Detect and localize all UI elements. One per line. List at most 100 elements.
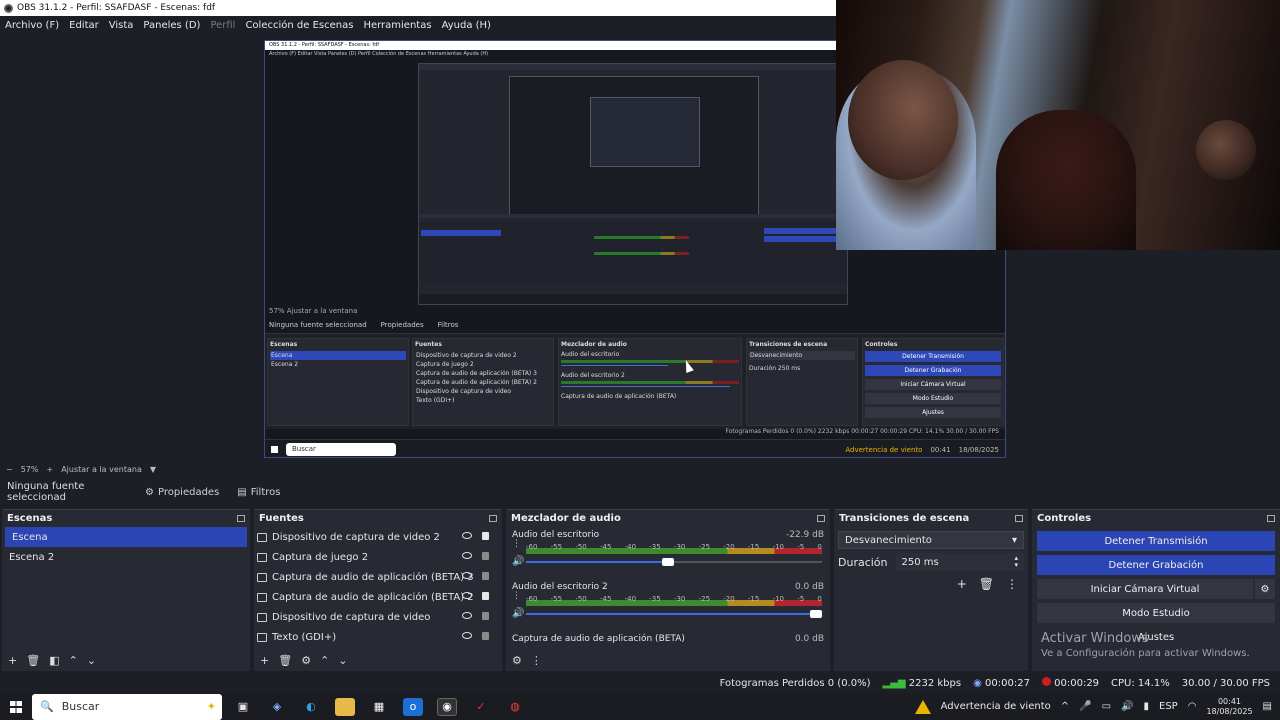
filters-button[interactable]: ▤ Filtros [237,487,280,498]
volume-icon[interactable]: 🔊 [1121,701,1133,712]
zoom-dropdown-icon[interactable]: ▼ [150,465,156,474]
notifications-icon[interactable]: ▤ [1263,701,1272,712]
volume-slider[interactable] [526,610,822,618]
weather-warning[interactable]: Advertencia de viento [941,701,1051,712]
trash-icon[interactable]: 🗑 [26,654,40,667]
stop-streaming-button[interactable]: Detener Transmisión [1037,531,1275,551]
nested-sources-title: Fuentes [415,341,442,348]
taskbar-search[interactable]: 🔍 Buscar ✦ [32,693,222,720]
transition-select[interactable]: Desvanecimiento ▾ [838,531,1024,549]
eye-icon[interactable] [462,532,472,539]
menu-paneles[interactable]: Paneles (D) [143,20,200,31]
mixer-track: Audio del escritorio 2 0.0 dB ⋮ -60 -55 -5… [506,579,830,631]
gear-icon: ⚙ [145,486,154,498]
menu-ayuda[interactable]: Ayuda (H) [442,20,491,31]
menu-archivo[interactable]: Archivo (F) [5,20,59,31]
obs-taskbar-icon[interactable]: ◉ [437,697,457,716]
webcam-head-1 [848,60,958,180]
source-item[interactable]: Captura de audio de aplicación (BETA) 2 [254,587,502,607]
clock[interactable]: 00:41 18/08/2025 [1206,697,1252,717]
app-icon[interactable]: ✓ [471,698,491,716]
advanced-audio-icon[interactable]: ⚙ [512,654,522,667]
eye-icon[interactable] [462,572,472,579]
scene-item-escena-2[interactable]: Escena 2 [2,547,250,567]
lock-icon[interactable] [482,592,489,600]
zoom-in-button[interactable]: + [46,465,53,474]
transition-menu-icon[interactable]: ⋮ [1006,577,1018,591]
gear-icon[interactable]: ⚙ [301,654,311,667]
undock-icon[interactable] [817,515,825,522]
store-icon[interactable]: ▦ [369,698,389,716]
windows-start-icon[interactable] [10,700,22,713]
volume-knob[interactable] [810,610,822,618]
tick: -40 [624,543,637,551]
language-indicator[interactable]: ESP [1159,701,1178,712]
trash-icon[interactable]: 🗑 [979,577,994,591]
volume-knob[interactable] [662,558,674,566]
menu-editar[interactable]: Editar [69,20,99,31]
menu-perfil[interactable]: Perfil [210,20,235,31]
copilot-icon[interactable]: ◈ [267,698,287,716]
camera-icon[interactable]: ▭ [1102,701,1111,712]
task-view-icon[interactable]: ▣ [233,698,253,716]
undock-icon[interactable] [489,515,497,522]
source-label: Dispositivo de captura de video [272,611,431,623]
add-source-icon[interactable]: + [260,654,269,667]
undock-icon[interactable] [1015,515,1023,522]
outlook-icon[interactable]: o [403,697,423,716]
menu-coleccion-escenas[interactable]: Colección de Escenas [245,20,353,31]
fit-window-label[interactable]: Ajustar a la ventana [61,465,142,474]
speaker-icon[interactable]: 🔊 [512,608,524,619]
eye-icon[interactable] [462,552,472,559]
move-down-icon[interactable]: ⌄ [87,654,96,667]
edge-icon[interactable]: ◐ [301,698,321,716]
wifi-icon[interactable]: ◠ [1188,701,1197,712]
track-menu-icon[interactable]: ⋮ [512,539,521,549]
move-down-icon[interactable]: ⌄ [338,654,347,667]
source-item[interactable]: Dispositivo de captura de video 2 [254,527,502,547]
undock-icon[interactable] [1267,515,1275,522]
lock-icon[interactable] [482,532,489,540]
menu-vista[interactable]: Vista [109,20,134,31]
lock-icon[interactable] [482,552,489,560]
stop-recording-button[interactable]: Detener Grabación [1037,555,1275,575]
source-item[interactable]: Captura de juego 2 [254,547,502,567]
add-scene-icon[interactable]: + [8,654,17,667]
source-item[interactable]: Dispositivo de captura de video [254,607,502,627]
eye-icon[interactable] [462,632,472,639]
spin-arrows-icon[interactable]: ▴ ▾ [1014,555,1018,569]
trash-icon[interactable]: 🗑 [278,654,292,667]
start-virtual-camera-button[interactable]: Iniciar Cámara Virtual [1037,579,1253,599]
source-item[interactable]: Texto (GDI+) [254,627,502,647]
tick: -30 [673,543,686,551]
lock-icon[interactable] [482,632,489,640]
tray-chevron-icon[interactable]: ^ [1061,701,1069,712]
move-up-icon[interactable]: ⌃ [320,654,329,667]
eye-icon[interactable] [462,592,472,599]
zoom-value: 57% [20,464,39,474]
nested-taskbar-small [419,294,847,304]
chrome-icon[interactable]: ◍ [505,698,525,716]
duration-spinbox[interactable]: 250 ms ▴ ▾ [895,553,1024,571]
track-menu-icon[interactable]: ⋮ [512,591,521,601]
volume-slider[interactable] [526,558,822,566]
file-explorer-icon[interactable] [335,697,355,716]
menu-herramientas[interactable]: Herramientas [363,20,431,31]
battery-icon[interactable]: ▮ [1143,701,1149,712]
microphone-icon[interactable]: 🎤 [1079,701,1091,712]
undock-icon[interactable] [237,515,245,522]
filter-icon[interactable]: ◧ [49,654,59,667]
zoom-out-button[interactable]: − [6,465,13,474]
mixer-menu-icon[interactable]: ⋮ [531,654,542,667]
properties-button[interactable]: ⚙ Propiedades [145,487,219,498]
virtual-cam-settings-icon[interactable]: ⚙ [1255,579,1275,599]
scene-item-escena[interactable]: Escena [5,527,247,547]
lock-icon[interactable] [482,572,489,580]
speaker-icon[interactable]: 🔊 [512,556,524,567]
source-item[interactable]: Captura de audio de aplicación (BETA) 3 [254,567,502,587]
add-transition-icon[interactable]: + [957,577,967,591]
studio-mode-button[interactable]: Modo Estudio [1037,603,1275,623]
move-up-icon[interactable]: ⌃ [69,654,78,667]
eye-icon[interactable] [462,612,472,619]
lock-icon[interactable] [482,612,489,620]
